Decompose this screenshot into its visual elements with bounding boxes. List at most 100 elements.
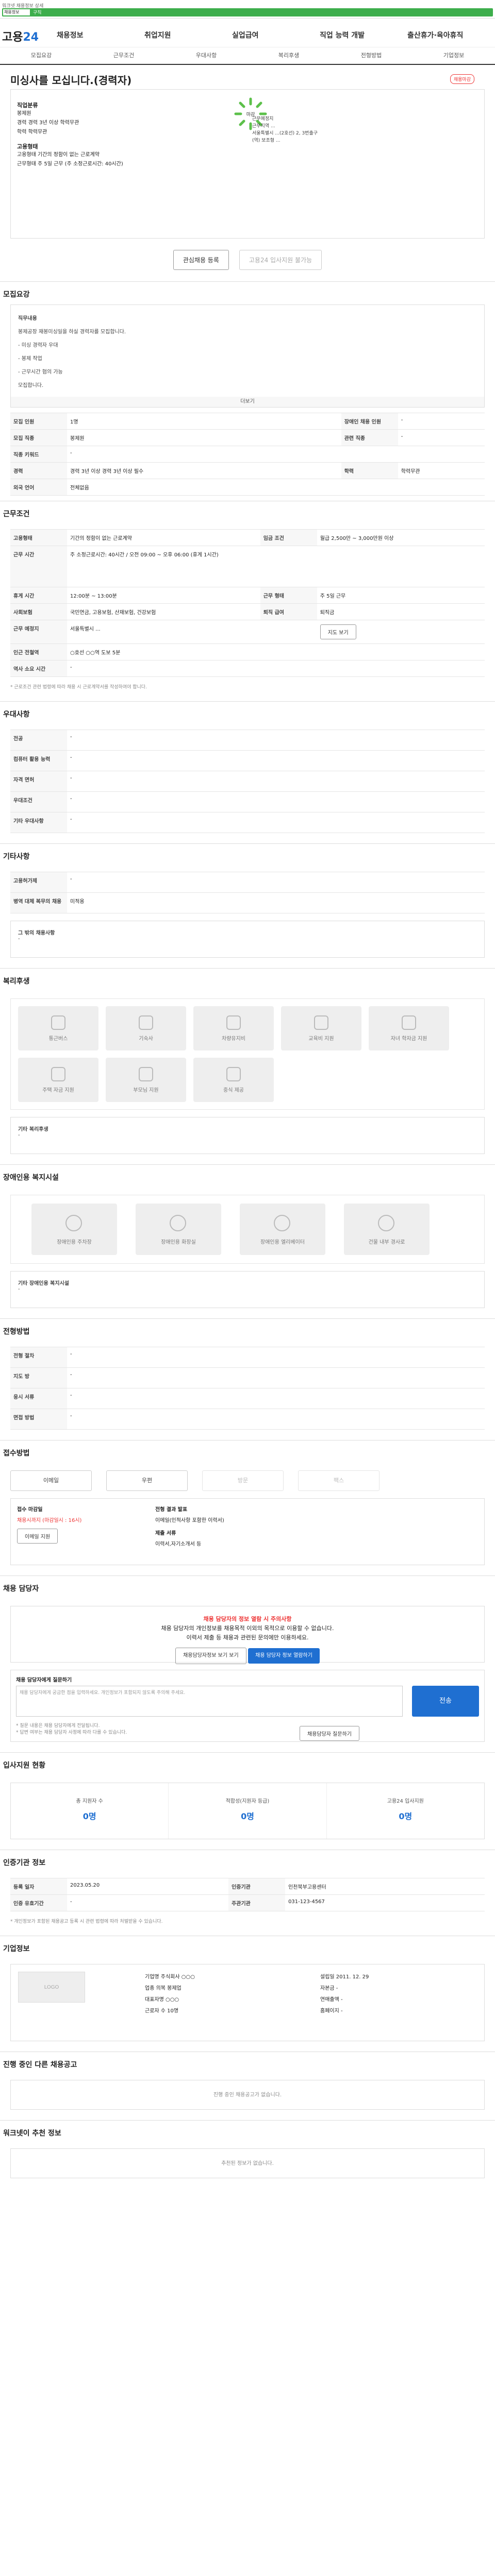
apply-detail: 접수 마감일 채용시까지 (마감일시 : 16시) 이메일 지원 전형 결과 발… <box>10 1498 485 1565</box>
condition-section: 근무조건 고용형태 기간의 정함이 없는 근로계약 임금 조건 월급 2,500만 ~… <box>0 501 495 691</box>
posting-note: * 개인정보가 포함된 채용공고 등록 시 관련 법령에 따라 처벌받을 수 있… <box>10 1919 163 1924</box>
method-email[interactable]: 이메일 <box>10 1470 92 1491</box>
welfare-card: 기숙사 <box>106 1006 186 1050</box>
table-row: 지도 방- <box>10 1367 485 1388</box>
nav-jobs[interactable]: 채용정보 <box>57 30 144 40</box>
posting-table: 등록 일자 2023.05.20 인증기관 인천북부고용센터 인증 유효기간 - 주관기관… <box>10 1878 485 1911</box>
status-badge: 채용마감 <box>450 74 474 84</box>
bus-icon <box>51 1015 65 1030</box>
question-input[interactable]: 채용 담당자에게 궁금한 점을 입력하세요. 개인정보가 포함되지 않도록 주의… <box>16 1686 403 1717</box>
table-row: 직종 키워드 - <box>10 446 485 463</box>
nav-leave[interactable]: 출산휴가·육아휴직 <box>407 30 495 40</box>
house-icon <box>139 1015 153 1030</box>
worktype-line: 근무형태 주 5일 근무 (주 소정근로시간: 40시간) <box>17 161 123 167</box>
selection-heading: 전형방법 <box>3 1328 30 1336</box>
facility-card: 장애인용 엘리베이터 <box>240 1204 325 1255</box>
cap-icon <box>402 1015 416 1030</box>
work-area-summary: 근무예정지 근무지역 ... 서울특별시 ...(2호선) 2, 3번출구 (역… <box>252 116 318 143</box>
facility-extra: 기타 장애인용 복지시설 - <box>10 1271 485 1308</box>
table-row: 면접 방법 - <box>10 1409 485 1430</box>
section-tabs: 모집요강 근무조건 우대사항 복리후생 전형방법 기업정보 <box>0 47 495 65</box>
view-manager-button[interactable]: 채용담당자정보 보기 보기 <box>175 1648 246 1664</box>
table-row: 전공 - <box>10 730 485 751</box>
prefer-section: 우대사항 전공 - 컴퓨터 활용 능력 - 자격 면허 - 우대조건 - 기타 우대사항… <box>0 701 495 833</box>
email-apply-button[interactable]: 이메일 지원 <box>17 1529 58 1544</box>
selection-table: 전형 절차 - 지도 방- 응시 서류 - 면접 방법 - <box>10 1347 485 1430</box>
posting-heading: 인증기관 정보 <box>3 1859 46 1867</box>
welfare-section: 복리후생 통근버스 기숙사 차량유지비 교육비 지원 자녀 학자금 지원 주택 … <box>0 968 495 1154</box>
question-submit-button[interactable]: 전송 <box>412 1686 479 1717</box>
company-section: 기업정보 LOGO 기업명 주식회사 ○○○ 업종 의복 봉제업 대표자명 ○○… <box>0 1936 495 2041</box>
tab-condition[interactable]: 근무조건 <box>82 47 165 64</box>
tab-company[interactable]: 기업정보 <box>412 47 495 64</box>
car-icon <box>226 1015 241 1030</box>
home-icon <box>51 1067 65 1081</box>
company-heading: 기업정보 <box>3 1945 30 1953</box>
apply-job-button[interactable]: 고용24 입사지원 불가능 <box>239 250 322 270</box>
facility-grid: 장애인용 주차장 장애인용 화장실 장애인용 엘리베이터 건물 내부 경사로 <box>10 1195 485 1264</box>
manager-heading: 채용 담당자 <box>3 1585 39 1593</box>
method-visit[interactable]: 방문 <box>202 1470 284 1491</box>
facility-card: 장애인용 주차장 <box>31 1204 117 1255</box>
recruit-heading: 모집요강 <box>3 291 30 299</box>
welfare-card: 차량유지비 <box>193 1006 274 1050</box>
tab-welfare[interactable]: 복리후생 <box>248 47 330 64</box>
nav-training[interactable]: 직업 능력 개발 <box>320 30 407 40</box>
nav-benefit[interactable]: 실업급여 <box>232 30 320 40</box>
tab-selection[interactable]: 전형방법 <box>330 47 412 64</box>
welfare-card: 중식 제공 <box>193 1058 274 1102</box>
prefer-table: 전공 - 컴퓨터 활용 능력 - 자격 면허 - 우대조건 - 기타 우대사항 - <box>10 730 485 833</box>
site-logo[interactable]: 고용24 <box>2 28 39 44</box>
etc-other: 그 밖의 채용사항 - <box>10 921 485 958</box>
save-job-button[interactable]: 관심채용 등록 <box>173 250 229 270</box>
etc-section: 기타사항 고용허가제 - 병역 대체 복무의 채용 미적용 그 밖의 채용사항 - <box>0 843 495 958</box>
table-row: 고용형태 기간의 정함이 없는 근로계약 임금 조건 월급 2,500만 ~ 3,00… <box>10 529 485 546</box>
contact-manager-button[interactable]: 채용 담당자 정보 열람하기 <box>248 1648 320 1664</box>
restroom-icon <box>170 1215 186 1231</box>
status-stats: 총 지원자 수 0명 적합성(지원자 등급) 0명 고용24 입사지원 0명 <box>10 1783 485 1839</box>
nav-support[interactable]: 취업지원 <box>144 30 232 40</box>
selection-section: 전형방법 전형 절차 - 지도 방- 응시 서류 - 면접 방법 - <box>0 1318 495 1430</box>
company-box: LOGO 기업명 주식회사 ○○○ 업종 의복 봉제업 대표자명 ○○○ 근로자… <box>10 1964 485 2041</box>
status-section: 입사지원 현황 총 지원자 수 0명 적합성(지원자 등급) 0명 고용24 입사지… <box>0 1752 495 1839</box>
table-row: 인증 유효기간 - 주관기관 031-123-4567 <box>10 1894 485 1911</box>
etc-heading: 기타사항 <box>3 853 30 861</box>
similar-empty: 진행 중인 채용공고가 없습니다. <box>10 2080 485 2110</box>
job-actions: 관심채용 등록 고용24 입사지원 불가능 <box>0 239 495 281</box>
status-heading: 입사지원 현황 <box>3 1761 46 1770</box>
table-row: 응시 서류 - <box>10 1388 485 1409</box>
recommend-empty: 추천된 정보가 없습니다. <box>10 2148 485 2178</box>
site-header: 고용24 채용정보 취업지원 실업급여 직업 능력 개발 출산휴가·육아휴직 <box>0 19 495 47</box>
apply-section: 접수방법 이메일 우편 방문 팩스 접수 마감일 채용시까지 (마감일시 : 1… <box>0 1440 495 1565</box>
more-button[interactable]: 더보기 <box>11 397 484 407</box>
tab-prefer[interactable]: 우대사항 <box>165 47 248 64</box>
table-row: 자격 면허 - <box>10 771 485 792</box>
welfare-card: 자녀 학자금 지원 <box>369 1006 449 1050</box>
table-row: 근무 예정지 서울특별시 ... 지도 보기 <box>10 620 485 644</box>
tab-box[interactable]: 채용정보 <box>3 9 30 15</box>
welfare-heading: 복리후생 <box>3 977 30 986</box>
table-row: 모집 직종 봉제원 관련 직종 - <box>10 429 485 446</box>
ask-manager-button[interactable]: 채용담당자 질문하기 <box>300 1726 359 1741</box>
recruit-table: 모집 인원 1명 장애인 채용 인원 - 모집 직종 봉제원 관련 직종 - 직종 키워드 -… <box>10 413 485 496</box>
ramp-icon <box>378 1215 394 1231</box>
similar-section: 진행 중인 다른 채용공고 진행 중인 채용공고가 없습니다. <box>0 2052 495 2110</box>
company-logo: LOGO <box>18 1972 85 2003</box>
condition-note: * 근로조건 관련 법령에 따라 채용 시 근로계약서를 작성하여야 합니다. <box>10 685 147 690</box>
map-button[interactable]: 지도 보기 <box>320 624 356 639</box>
book-icon <box>314 1015 328 1030</box>
table-row: 인근 전철역 ○호선 ○○역 도보 5분 <box>10 643 485 660</box>
etc-table: 고용허가제 - 병역 대체 복무의 채용 미적용 <box>10 872 485 913</box>
recommend-heading: 워크넷이 추천 정보 <box>3 2129 61 2138</box>
employment-line: 고용형태 기간의 정함이 없는 근로계약 <box>17 152 100 158</box>
company-info: 기업명 주식회사 ○○○ 업종 의복 봉제업 대표자명 ○○○ 근로자 수 10… <box>145 1974 195 2014</box>
nav-label[interactable]: 구직 <box>33 9 42 15</box>
top-bar: 워크넷 채용정보 상세 채용정보 구직 <box>0 0 495 19</box>
method-fax[interactable]: 팩스 <box>298 1470 380 1491</box>
tab-recruit[interactable]: 모집요강 <box>0 47 82 64</box>
manager-alert: 채용 담당자의 정보 열람 시 주의사항 채용 담당자의 개인정보를 채용목적 … <box>10 1606 485 1664</box>
facility-card: 장애인용 화장실 <box>136 1204 221 1255</box>
method-post[interactable]: 우편 <box>106 1470 188 1491</box>
posting-section: 인증기관 정보 등록 일자 2023.05.20 인증기관 인천북부고용센터 인증 유… <box>0 1850 495 1925</box>
table-row: 외국 언어 전체없음 <box>10 479 485 496</box>
